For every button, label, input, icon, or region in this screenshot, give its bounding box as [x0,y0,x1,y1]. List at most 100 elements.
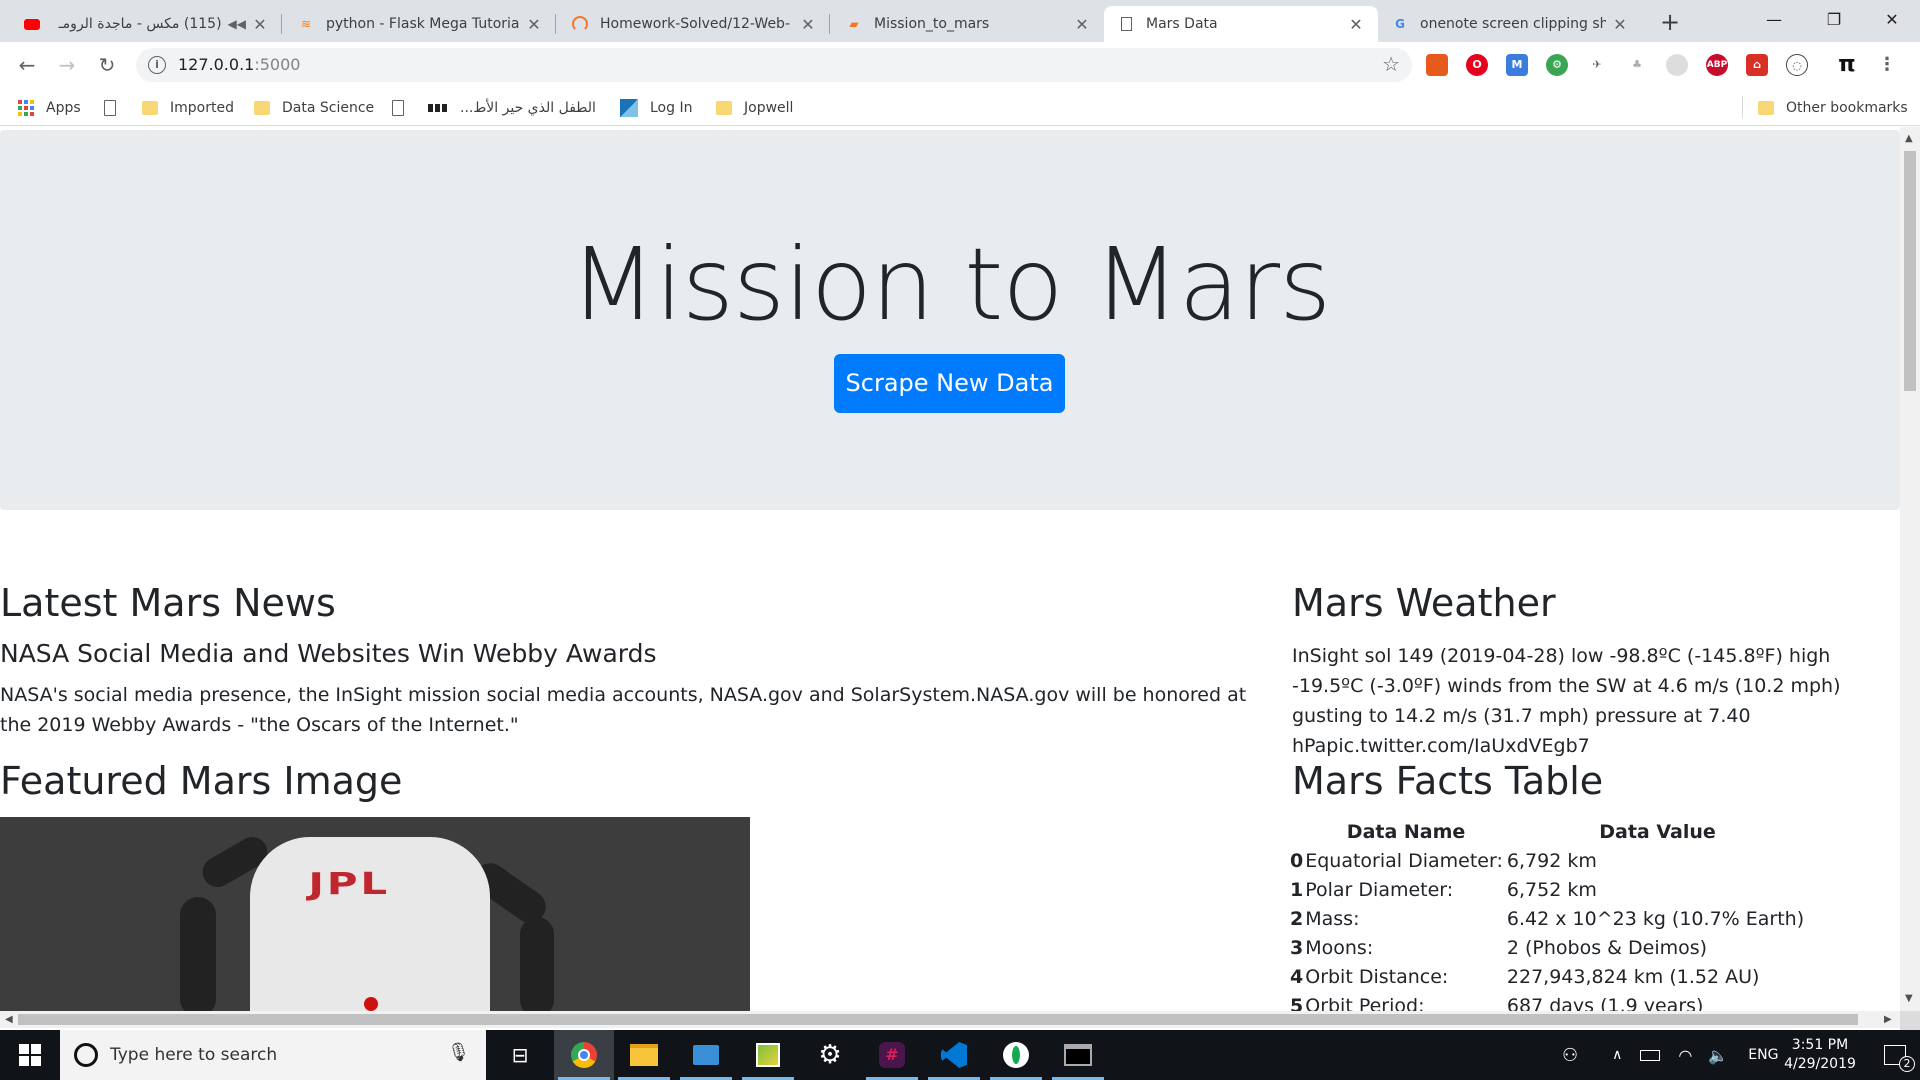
url-text[interactable]: 127.0.0.1:5000 [178,55,300,74]
close-tab-icon[interactable]: ✕ [526,15,542,34]
table-row: 1 Polar Diameter: 6,752 km [1290,878,1597,901]
tab-youtube[interactable]: (115) مكس - ماجدة الرومـ ◀◀ ✕ [10,6,282,42]
extension-satellite-icon[interactable]: ✈ [1586,54,1608,76]
table-row: 3 Moons: 2 (Phobos & Deimos) [1290,936,1708,959]
paint-icon [756,1043,780,1067]
bookmark-imported[interactable]: Imported [142,97,234,119]
vertical-scrollbar[interactable]: ▲ ▼ [1900,127,1920,1011]
close-tab-icon[interactable]: ✕ [1348,15,1364,34]
taskbar-settings[interactable]: ⚙ [800,1030,860,1080]
news-heading: Latest Mars News [0,581,336,625]
bookmark-data-science[interactable]: Data Science [254,97,374,119]
bookmark-label: Other bookmarks [1786,100,1908,116]
scroll-right-arrow-icon[interactable]: ▶ [1884,1014,1892,1025]
reload-button[interactable]: ↻ [92,50,122,80]
tab-title: Homework-Solved/12-Web- [600,16,790,32]
forward-button[interactable]: → [52,50,82,80]
bookmark-star-icon[interactable]: ☆ [1382,52,1400,76]
folder-icon [142,101,158,115]
google-icon: G [1395,17,1405,31]
show-hidden-icons-icon[interactable]: ∧ [1612,1047,1622,1063]
scroll-up-arrow-icon[interactable]: ▲ [1905,133,1913,144]
restore-button[interactable]: ❐ [1804,0,1864,38]
scrape-new-data-button[interactable]: Scrape New Data [834,354,1065,413]
speaker-icon[interactable]: ◀◀ [228,17,246,31]
taskbar-slack[interactable]: # [862,1030,922,1080]
action-center-button[interactable]: 2 [1870,1030,1920,1080]
extension-grey-icon[interactable] [1666,54,1688,76]
tab-flask[interactable]: ≋ python - Flask Mega Tutorial ✕ [284,6,556,42]
taskbar-mongodb[interactable] [986,1030,1046,1080]
bookmark-jopwell[interactable]: Jopwell [716,97,793,119]
wifi-icon[interactable]: ◠ [1678,1046,1692,1065]
bookmark-label: الطفل الذي حير الأط... [460,100,596,116]
new-tab-button[interactable]: + [1656,8,1684,36]
featured-image-heading: Featured Mars Image [0,759,403,803]
volume-icon[interactable]: 🔈 [1708,1046,1728,1065]
close-tab-icon[interactable]: ✕ [1612,15,1628,34]
vertical-scroll-thumb[interactable] [1904,151,1916,391]
address-bar[interactable]: i 127.0.0.1:5000 ☆ [136,48,1412,82]
scroll-left-arrow-icon[interactable]: ◀ [5,1014,13,1025]
windows-icon [19,1044,41,1066]
extension-pdf-icon[interactable]: ⌂ [1746,54,1768,76]
extension-opera-icon[interactable]: O [1466,54,1488,76]
extension-tree-icon[interactable]: ♣ [1626,54,1648,76]
taskbar-file-explorer[interactable] [614,1030,674,1080]
bookmark-page[interactable] [104,97,128,119]
extension-pi-icon[interactable]: π [1836,54,1858,76]
chrome-icon [571,1042,597,1068]
microphone-icon[interactable]: 🎙 [447,1042,470,1063]
table-row: 4 Orbit Distance: 227,943,824 km (1.52 A… [1290,965,1760,988]
youtube-icon [24,16,40,32]
tab-title: (115) مكس - ماجدة الرومـ [58,16,222,32]
tab-homework[interactable]: Homework-Solved/12-Web- ✕ [558,6,830,42]
notification-icon: 2 [1884,1045,1915,1072]
task-view-button[interactable]: ⊟ [490,1030,550,1080]
tab-mars-data[interactable]: Mars Data ✕ [1104,6,1378,42]
taskbar-paint[interactable] [738,1030,798,1080]
close-tab-icon[interactable]: ✕ [252,15,268,34]
back-button[interactable]: ← [12,50,42,80]
bookmark-other[interactable]: Other bookmarks [1758,97,1908,119]
bookmark-page[interactable] [392,97,416,119]
scroll-down-arrow-icon[interactable]: ▼ [1905,993,1913,1004]
close-tab-icon[interactable]: ✕ [1074,15,1090,34]
facts-heading: Mars Facts Table [1292,759,1604,803]
notebook-icon: ▰ [849,17,859,31]
tab-title: onenote screen clipping shor [1420,16,1606,32]
taskbar-remote-app[interactable] [676,1030,736,1080]
taskbar-clock[interactable]: 3:51 PM 4/29/2019 [1760,1036,1880,1074]
folder-icon [1758,101,1774,115]
extension-green-icon[interactable]: ⚙ [1546,54,1568,76]
battery-icon[interactable] [1640,1049,1661,1061]
extension-office-icon[interactable] [1426,54,1448,76]
horizontal-scrollbar[interactable]: ◀ ▶ [0,1011,1900,1028]
taskbar-chrome[interactable] [554,1030,614,1080]
start-button[interactable] [0,1030,60,1080]
minimize-button[interactable]: — [1744,0,1804,38]
taskbar-vscode[interactable] [924,1030,984,1080]
tab-title: Mission_to_mars [874,16,990,32]
close-window-button[interactable]: ✕ [1862,0,1920,38]
bookmark-label: Imported [170,100,234,116]
taskbar-search-box[interactable]: Type here to search 🎙 [60,1030,486,1080]
jumbotron: Mission to Mars Scrape New Data [0,130,1900,510]
horizontal-scroll-thumb[interactable] [18,1014,1858,1025]
featured-mars-image[interactable]: JPL [0,817,750,1011]
extension-chart-icon[interactable]: M [1506,54,1528,76]
people-icon[interactable]: ⚇ [1562,1045,1578,1066]
bookmark-apps[interactable]: Apps [18,97,81,119]
tab-mission-to-mars[interactable]: ▰ Mission_to_mars ✕ [832,6,1104,42]
tab-title: python - Flask Mega Tutorial [326,16,520,32]
bookmark-bbc[interactable]: الطفل الذي حير الأط... [428,97,596,119]
extension-refresh-icon[interactable]: ◌ [1786,54,1808,76]
info-icon[interactable]: i [148,56,166,74]
tab-onenote[interactable]: G onenote screen clipping shor ✕ [1378,6,1642,42]
taskbar-terminal[interactable] [1048,1030,1108,1080]
extension-abp-icon[interactable]: ABP [1706,54,1728,76]
chrome-menu-icon[interactable]: ⋮ [1876,54,1898,76]
close-tab-icon[interactable]: ✕ [800,15,816,34]
folder-icon [716,101,732,115]
bookmark-log-in[interactable]: Log In [620,97,692,119]
